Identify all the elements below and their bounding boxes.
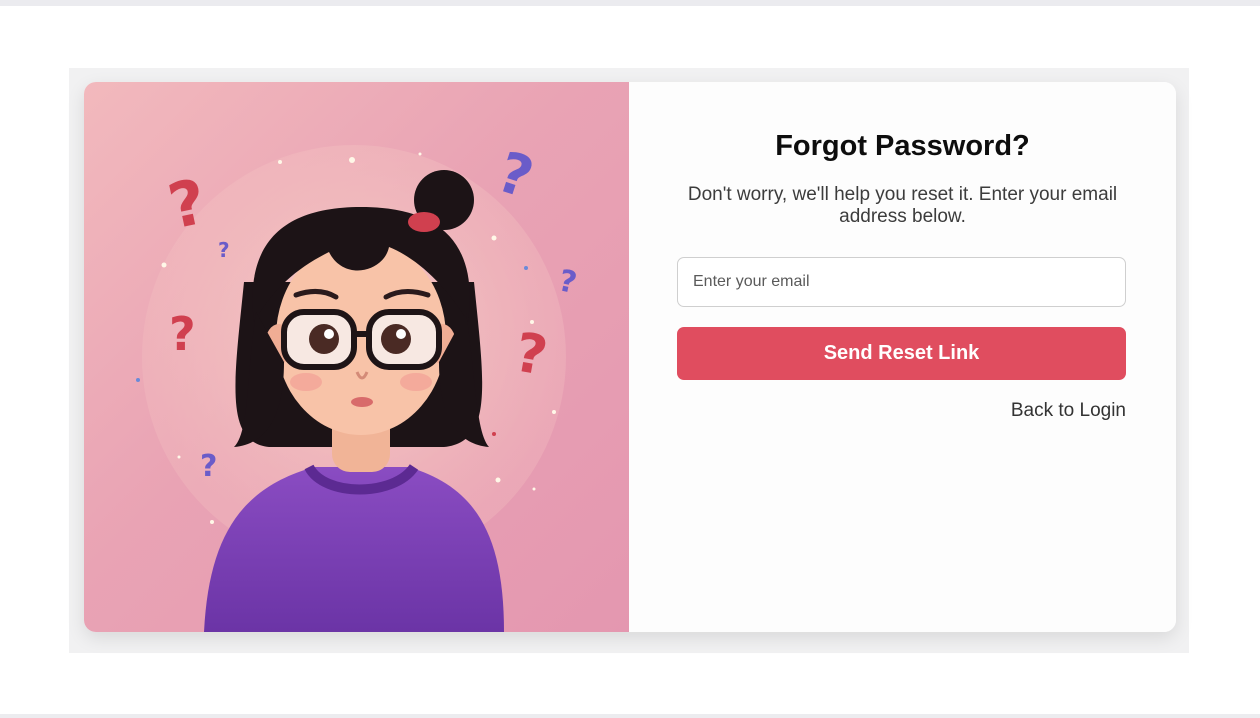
svg-text:?: ? (490, 140, 541, 212)
page-title: Forgot Password? (775, 130, 1030, 162)
page-subtitle: Don't worry, we'll help you reset it. En… (687, 184, 1118, 227)
svg-text:?: ? (555, 263, 579, 301)
back-to-login-link[interactable]: Back to Login (1011, 400, 1126, 422)
illustration-panel: ? ? ? ? ? ? ? (84, 82, 629, 632)
send-reset-link-button[interactable]: Send Reset Link (677, 327, 1126, 380)
svg-text:?: ? (200, 449, 217, 484)
confused-girl-illustration: ? ? ? ? ? ? ? (136, 140, 580, 632)
svg-text:?: ? (162, 165, 212, 244)
email-input[interactable] (677, 257, 1126, 307)
top-border (0, 0, 1260, 6)
svg-text:?: ? (218, 238, 230, 262)
form-panel: Forgot Password? Don't worry, we'll help… (629, 82, 1176, 632)
bottom-border (0, 714, 1260, 718)
reset-card: ? ? ? ? ? ? ? Forgot Password? Don't wor… (84, 82, 1176, 632)
svg-text:?: ? (169, 307, 196, 361)
